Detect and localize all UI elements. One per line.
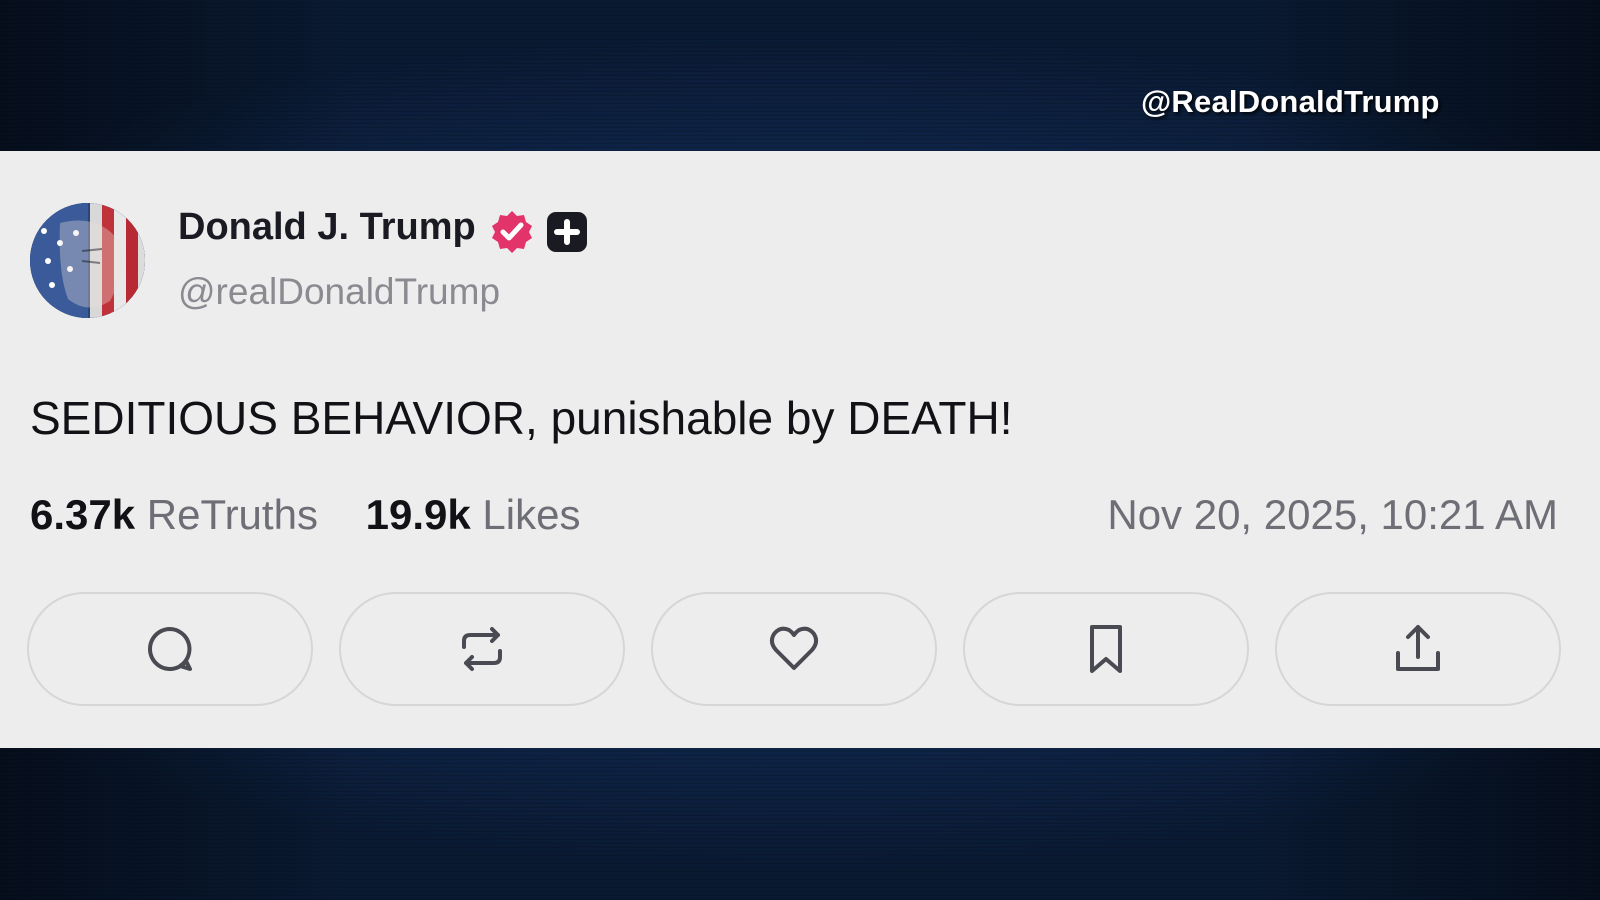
plus-badge-icon [547,212,587,252]
retruths-count: 6.37k [30,491,136,538]
retruth-button[interactable] [339,592,625,706]
retruth-icon [462,627,502,671]
post-stats: 6.37k ReTruths 19.9k Likes [30,491,580,539]
reply-icon [148,627,192,671]
verified-badge-icon [492,211,532,253]
post-timestamp[interactable]: Nov 20, 2025, 10:21 AM [1107,491,1558,539]
likes-count: 19.9k [365,491,471,538]
post-card: Donald J. Trump @realDonaldTrump SEDITIO… [0,151,1600,748]
likes-stat[interactable]: 19.9k Likes [366,491,581,539]
share-icon [1396,625,1440,671]
retruths-stat[interactable]: 6.37k ReTruths [30,491,318,539]
source-watermark: @RealDonaldTrump [1141,84,1440,119]
share-button[interactable] [1275,592,1561,706]
heart-icon [769,626,819,670]
retruths-label: ReTruths [146,491,318,538]
post-text: SEDITIOUS BEHAVIOR, punishable by DEATH! [30,392,1013,444]
avatar[interactable] [30,203,145,318]
avatar-flag-portrait-icon [30,203,145,318]
likes-label: Likes [482,491,581,538]
reply-button[interactable] [27,592,313,706]
bookmark-button[interactable] [963,592,1249,706]
like-button[interactable] [651,592,937,706]
author-handle[interactable]: @realDonaldTrump [178,271,500,313]
author-display-name[interactable]: Donald J. Trump [178,206,476,249]
bookmark-icon [1090,625,1122,673]
